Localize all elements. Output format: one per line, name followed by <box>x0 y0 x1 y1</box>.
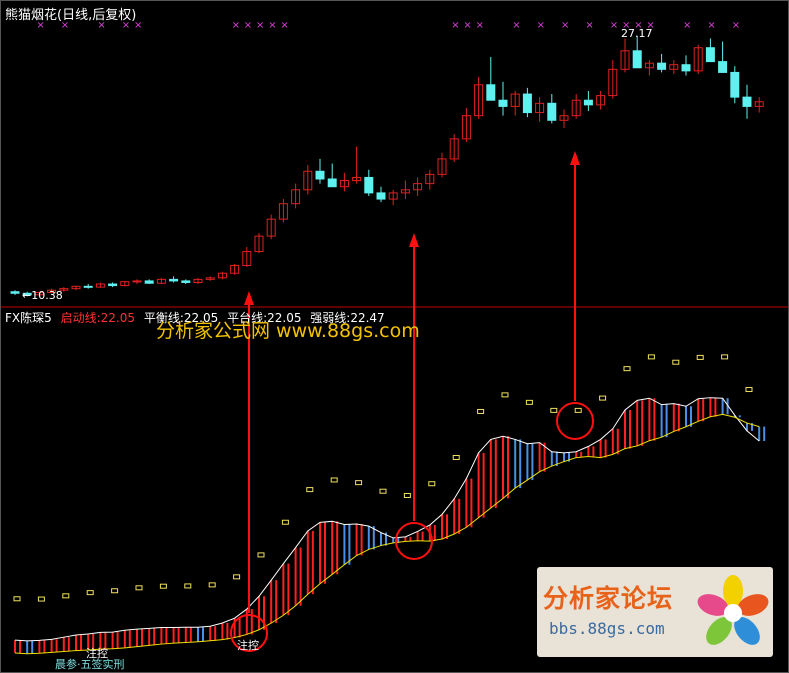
level-marker <box>281 519 289 525</box>
candle-body <box>315 170 325 180</box>
candle-body <box>169 278 179 282</box>
level-marker <box>525 399 533 405</box>
flower-icon <box>697 575 769 645</box>
level-marker <box>330 477 338 483</box>
candle-body <box>632 50 642 69</box>
signal-marker: × <box>280 20 288 31</box>
level-marker <box>721 354 729 360</box>
chart-window: × × × × × × × × × × × × × × × × × × × × × × × × 熊猫烟花(日线,后复权) ←1… <box>0 0 789 673</box>
candle-body <box>705 47 715 63</box>
candle-body <box>583 99 593 106</box>
candle-body <box>181 280 191 283</box>
candle-body <box>681 64 691 72</box>
signal-marker: × <box>585 20 593 31</box>
low-price-label: ←10.38 <box>22 289 63 302</box>
level-marker <box>501 392 509 398</box>
candle-body <box>547 102 557 121</box>
indicator-name: FX陈琛5 <box>5 311 52 325</box>
level-marker <box>647 354 655 360</box>
level-marker <box>111 588 119 594</box>
candle-body <box>657 62 667 70</box>
level-marker <box>574 407 582 413</box>
level-marker <box>355 480 363 486</box>
signal-marker: × <box>610 20 618 31</box>
bottom-small-label: 注控 <box>86 647 108 660</box>
candle-body <box>327 178 337 188</box>
signal-marker: × <box>707 20 715 31</box>
level-marker <box>477 408 485 414</box>
level-marker <box>37 596 45 602</box>
high-price-label: 27.17 <box>621 27 653 40</box>
level-marker <box>13 596 21 602</box>
signal-marker: × <box>476 20 484 31</box>
level-marker <box>379 488 387 494</box>
level-marker <box>62 593 70 599</box>
indicator-qidong: 启动线:22.05 <box>60 311 135 325</box>
candle-body <box>486 84 496 101</box>
level-marker <box>184 583 192 589</box>
level-marker <box>428 481 436 487</box>
signal-marker: × <box>732 20 740 31</box>
candle-body <box>108 283 118 287</box>
level-marker <box>696 354 704 360</box>
level-marker <box>599 395 607 401</box>
signal-arrow-head <box>244 291 254 305</box>
signal-marker: × <box>463 20 471 31</box>
signal-marker: × <box>268 20 276 31</box>
candle-body <box>498 99 508 107</box>
level-marker <box>159 583 167 589</box>
signal-marker: × <box>683 20 691 31</box>
level-marker <box>745 387 753 393</box>
candle-body <box>522 93 532 114</box>
candle-body <box>144 280 154 284</box>
candle-body <box>376 192 386 200</box>
candle-body <box>718 61 728 73</box>
level-marker <box>86 590 94 596</box>
watermark-text: 分析家公式网 www.88gs.com <box>156 320 420 342</box>
candle-body <box>364 176 374 194</box>
level-marker <box>257 552 265 558</box>
signal-marker: × <box>512 20 520 31</box>
candle-body <box>10 291 20 294</box>
signal-label: 注控 <box>237 639 259 652</box>
level-marker <box>135 585 143 591</box>
level-marker <box>306 487 314 493</box>
level-marker <box>672 359 680 365</box>
level-marker <box>403 492 411 498</box>
chart-title: 熊猫烟花(日线,后复权) <box>5 8 137 23</box>
level-marker <box>208 582 216 588</box>
level-marker <box>550 407 558 413</box>
level-marker <box>623 366 631 372</box>
level-marker <box>452 454 460 460</box>
level-marker <box>233 574 241 580</box>
forum-logo: 分析家论坛 bbs.88gs.com <box>537 567 773 657</box>
signal-marker: × <box>561 20 569 31</box>
candle-body <box>742 96 752 107</box>
signal-arrow-head <box>570 151 580 165</box>
signal-marker: × <box>232 20 240 31</box>
signal-marker: × <box>244 20 252 31</box>
candle-body <box>132 280 142 283</box>
candle-body <box>730 71 740 98</box>
signal-arrow-head <box>409 233 419 247</box>
signal-marker: × <box>537 20 545 31</box>
candle-body <box>83 285 93 288</box>
signal-marker: × <box>256 20 264 31</box>
signal-marker: × <box>451 20 459 31</box>
